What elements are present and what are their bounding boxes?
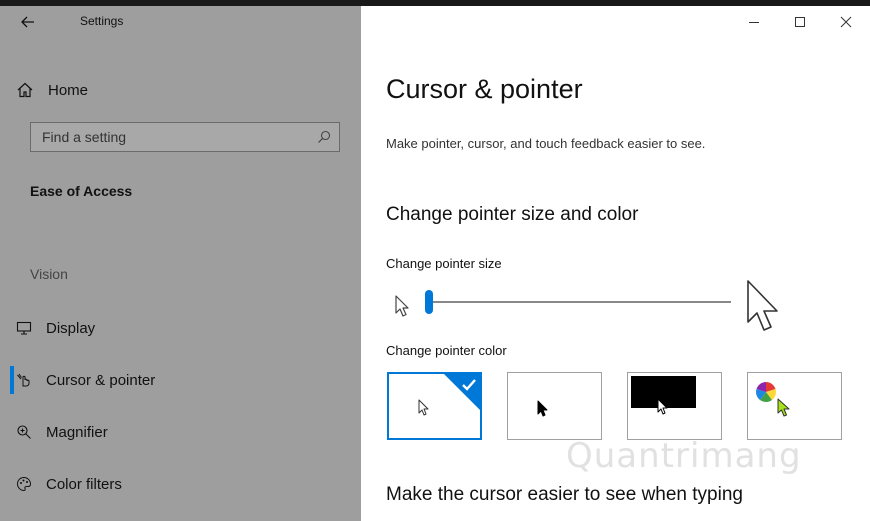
pointer-color-white[interactable] xyxy=(387,372,482,440)
window-title: Settings xyxy=(80,14,124,28)
page-title: Cursor & pointer xyxy=(386,74,583,104)
pointer-color-label: Change pointer color xyxy=(386,343,507,358)
section-heading-cursor: Make the cursor easier to see when typin… xyxy=(386,484,743,505)
sidebar-item-label: Cursor & pointer xyxy=(46,371,156,389)
sidebar-item-label: Display xyxy=(46,319,96,337)
selected-check-icon xyxy=(442,372,482,412)
search-input[interactable]: Find a setting xyxy=(30,122,340,152)
slider-track[interactable] xyxy=(425,301,731,303)
sidebar-item-label: Color filters xyxy=(46,475,122,493)
selection-indicator xyxy=(10,366,14,394)
sidebar-home-label: Home xyxy=(48,81,89,99)
small-pointer-icon xyxy=(395,295,409,317)
display-icon xyxy=(16,321,32,335)
window-controls xyxy=(690,6,870,38)
custom-pointer-icon xyxy=(777,398,790,417)
back-arrow-icon[interactable] xyxy=(18,12,38,32)
black-pointer-icon xyxy=(537,400,548,417)
minimize-icon[interactable] xyxy=(744,12,764,32)
inverted-pointer-icon xyxy=(657,398,668,415)
search-icon[interactable] xyxy=(317,130,331,144)
sidebar-item-magnifier[interactable]: Magnifier xyxy=(16,414,346,450)
color-filters-icon xyxy=(16,476,32,492)
pointer-color-inverted[interactable] xyxy=(627,372,722,440)
section-heading-pointer: Change pointer size and color xyxy=(386,204,639,225)
magnifier-icon xyxy=(17,425,31,439)
white-pointer-icon xyxy=(418,399,429,416)
sidebar-item-label: Magnifier xyxy=(46,423,108,441)
large-pointer-icon xyxy=(747,280,778,331)
close-icon[interactable] xyxy=(836,12,856,32)
page-description: Make pointer, cursor, and touch feedback… xyxy=(386,136,706,151)
group-label-vision: Vision xyxy=(30,266,68,282)
pointer-size-label: Change pointer size xyxy=(386,256,502,271)
search-placeholder: Find a setting xyxy=(42,129,127,145)
slider-thumb[interactable] xyxy=(425,290,433,314)
pointer-color-custom[interactable] xyxy=(747,372,842,440)
section-title: Ease of Access xyxy=(30,183,133,199)
cursor-pointer-icon xyxy=(17,373,30,387)
pointer-color-black[interactable] xyxy=(507,372,602,440)
sidebar-item-cursor-pointer[interactable]: Cursor & pointer xyxy=(16,362,346,398)
color-wheel-icon xyxy=(756,382,776,402)
watermark: Quantrimang xyxy=(566,436,802,476)
home-icon xyxy=(17,82,33,98)
sidebar-home[interactable]: Home xyxy=(16,72,346,108)
maximize-icon[interactable] xyxy=(790,12,810,32)
sidebar-item-display[interactable]: Display xyxy=(16,310,346,346)
sidebar-item-color-filters[interactable]: Color filters xyxy=(16,466,346,502)
pointer-size-slider[interactable] xyxy=(425,290,731,314)
